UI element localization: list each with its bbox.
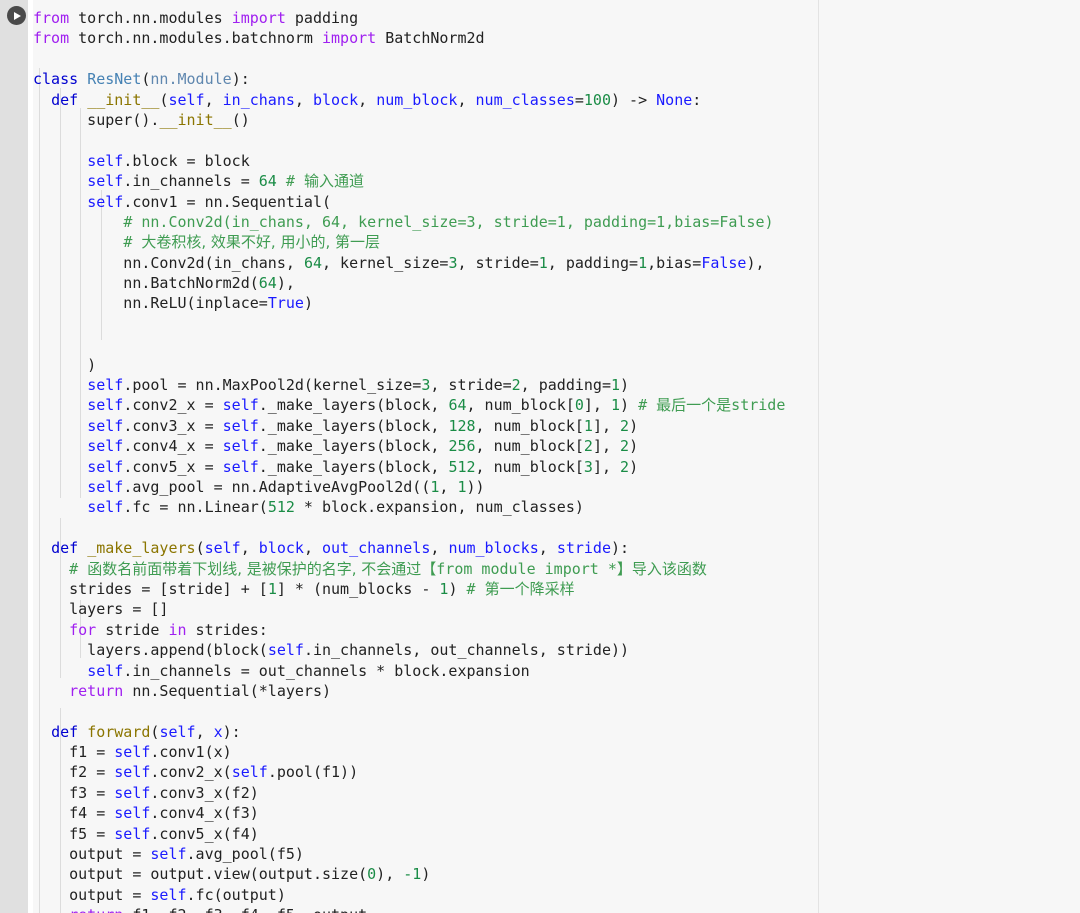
code-line: self.in_channels = 64 # 输入通道 xyxy=(87,172,364,191)
code-line: self.conv5_x = self._make_layers(block, … xyxy=(87,457,639,476)
code-line: return f1, f2, f3, f4, f5, output xyxy=(33,905,785,913)
code-line: f5 = self.conv5_x(f4) xyxy=(33,824,259,843)
code-line: def __init__(self, in_chans, block, num_… xyxy=(51,90,702,109)
code-line: layers = [] xyxy=(33,600,169,619)
code-line: return nn.Sequential(*layers) xyxy=(69,681,332,700)
code-line: nn.BatchNorm2d(64), xyxy=(33,274,295,293)
code-line: f3 = self.conv3_x(f2) xyxy=(33,783,259,802)
code-line: self.conv4_x = self._make_layers(block, … xyxy=(87,437,639,456)
code-text[interactable]: from torch.nn.modules import padding from… xyxy=(33,0,785,913)
code-line: self.block = block xyxy=(87,151,250,170)
code-line: for stride in strides: xyxy=(69,620,268,639)
cell-gutter xyxy=(0,0,28,913)
code-line: f2 = self.conv2_x(self.pool(f1)) xyxy=(33,763,359,782)
code-cell: from torch.nn.modules import padding from… xyxy=(0,0,1080,913)
code-line: output = self.avg_pool(f5) xyxy=(33,845,304,864)
code-line: class ResNet(nn.Module): xyxy=(33,70,250,89)
code-line: self.conv3_x = self._make_layers(block, … xyxy=(87,416,639,435)
code-line: output = output.view(output.size(0), -1) xyxy=(33,865,431,884)
code-line: def forward(self, x): xyxy=(51,722,241,741)
code-line: self.conv1 = nn.Sequential( xyxy=(87,192,332,211)
column-ruler xyxy=(818,0,819,913)
code-line: # nn.Conv2d(in_chans, 64, kernel_size=3,… xyxy=(123,212,774,231)
code-line: f1 = self.conv1(x) xyxy=(33,743,232,762)
code-line: self.pool = nn.MaxPool2d(kernel_size=3, … xyxy=(87,376,630,395)
code-line: strides = [stride] + [1] * (num_blocks -… xyxy=(33,579,575,598)
play-icon xyxy=(14,11,21,20)
code-line: layers.append(block(self.in_channels, ou… xyxy=(33,641,630,660)
code-line: self.avg_pool = nn.AdaptiveAvgPool2d((1,… xyxy=(87,477,485,496)
code-line: output = self.fc(output) xyxy=(33,885,286,904)
code-line: from torch.nn.modules.batchnorm import B… xyxy=(33,29,485,48)
code-line: # 大卷积核, 效果不好, 用小的, 第一层 xyxy=(123,233,380,252)
code-line: from torch.nn.modules import padding xyxy=(33,9,359,27)
code-line: super().__init__() xyxy=(33,110,250,129)
code-line: self.fc = nn.Linear(512 * block.expansio… xyxy=(87,498,584,517)
code-surface[interactable]: from torch.nn.modules import padding from… xyxy=(33,0,1080,913)
code-line: self.conv2_x = self._make_layers(block, … xyxy=(87,396,786,415)
code-line: # 函数名前面带着下划线, 是被保护的名字, 不会通过【from module … xyxy=(69,559,707,578)
code-line: ) xyxy=(33,355,97,374)
code-line: self.in_channels = out_channels * block.… xyxy=(87,661,530,680)
run-cell-button[interactable] xyxy=(7,6,26,25)
code-line: f4 = self.conv4_x(f3) xyxy=(33,804,259,823)
code-line: def _make_layers(self, block, out_channe… xyxy=(51,539,630,558)
code-line: nn.ReLU(inplace=True) xyxy=(33,294,313,313)
code-line: nn.Conv2d(in_chans, 64, kernel_size=3, s… xyxy=(33,253,765,272)
